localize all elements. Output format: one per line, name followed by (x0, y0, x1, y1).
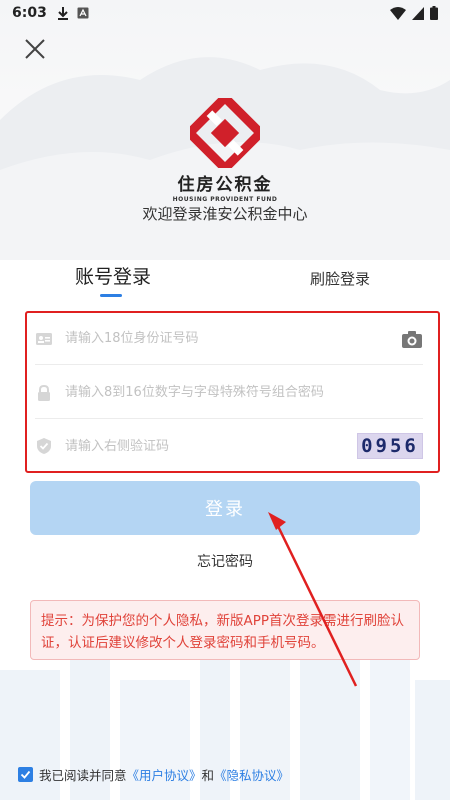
tab-account-login[interactable]: 账号登录 (68, 262, 158, 289)
logo-title-en: HOUSING PROVIDENT FUND (172, 196, 278, 203)
wifi-icon (390, 6, 406, 20)
tab-face-login[interactable]: 刷脸登录 (300, 268, 380, 289)
agreement-conjunction: 和 (201, 767, 215, 783)
id-card-icon (36, 332, 52, 345)
checkmark-icon (20, 770, 31, 779)
tab-active-indicator (100, 294, 122, 297)
user-agreement-link[interactable]: 《用户协议》 (127, 765, 202, 784)
camera-icon[interactable] (401, 329, 423, 349)
id-number-input[interactable] (65, 323, 393, 354)
text-notification-icon (77, 7, 89, 19)
housing-fund-logo-icon (190, 98, 260, 168)
signal-icon (412, 6, 424, 20)
login-form: 0956 (25, 311, 440, 473)
password-input[interactable] (65, 377, 423, 408)
captcha-input[interactable] (65, 431, 357, 461)
forgot-password-row: 忘记密码 (0, 551, 450, 571)
lock-icon (38, 384, 50, 401)
privacy-agreement-link[interactable]: 《隐私协议》 (214, 765, 289, 784)
captcha-image[interactable]: 0956 (357, 433, 423, 459)
login-tabs: 账号登录 刷脸登录 (0, 262, 450, 302)
shield-check-icon (37, 438, 51, 454)
forgot-password-link[interactable]: 忘记密码 (197, 554, 253, 570)
agreement-row: 我已阅读并同意 《用户协议》 和 《隐私协议》 (18, 764, 289, 784)
welcome-text: 欢迎登录淮安公积金中心 (142, 205, 308, 223)
battery-icon (430, 6, 438, 20)
logo-title-cn: 住房公积金 (177, 175, 273, 195)
privacy-notice: 提示：为保护您的个人隐私，新版APP首次登录需进行刷脸认证，认证后建议修改个人登… (30, 600, 420, 660)
brand-logo: 住房公积金 HOUSING PROVIDENT FUND (0, 98, 450, 203)
agreement-checkbox[interactable] (18, 766, 33, 782)
close-icon[interactable] (22, 36, 48, 62)
login-screen: 6:03 住房公积金 HOUSING PROVIDENT FUND 欢迎登录淮安… (0, 0, 450, 800)
agreement-prefix: 我已阅读并同意 (39, 767, 127, 783)
download-icon (57, 7, 68, 20)
status-bar: 6:03 (0, 0, 450, 26)
captcha-field: 0956 (35, 420, 423, 472)
id-number-field (35, 313, 423, 365)
password-field (35, 367, 423, 419)
status-time: 6:03 (12, 5, 47, 21)
login-button[interactable]: 登录 (30, 481, 420, 535)
